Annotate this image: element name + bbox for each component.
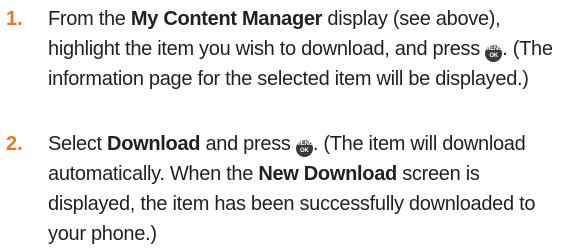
menu-name-my-content-manager: My Content Manager <box>130 8 323 30</box>
screen-name-new-download: New Download <box>258 163 397 185</box>
step-text: From the My Content Manager display (see… <box>48 4 563 94</box>
option-name-download: Download <box>107 133 201 155</box>
step-text-part: From the <box>48 8 131 30</box>
step-text-part: and press <box>200 133 296 155</box>
step-text-part: Select <box>48 133 108 155</box>
instruction-page: 1. From the My Content Manager display (… <box>0 0 569 247</box>
step-number: 1. <box>6 8 23 30</box>
step-number: 2. <box>6 133 23 155</box>
menu-ok-key-icon: MENU OK <box>485 45 502 62</box>
menu-ok-key-icon: MENU OK <box>295 140 313 157</box>
step-text: Select Download and press MENU OK. (The i… <box>48 129 563 249</box>
